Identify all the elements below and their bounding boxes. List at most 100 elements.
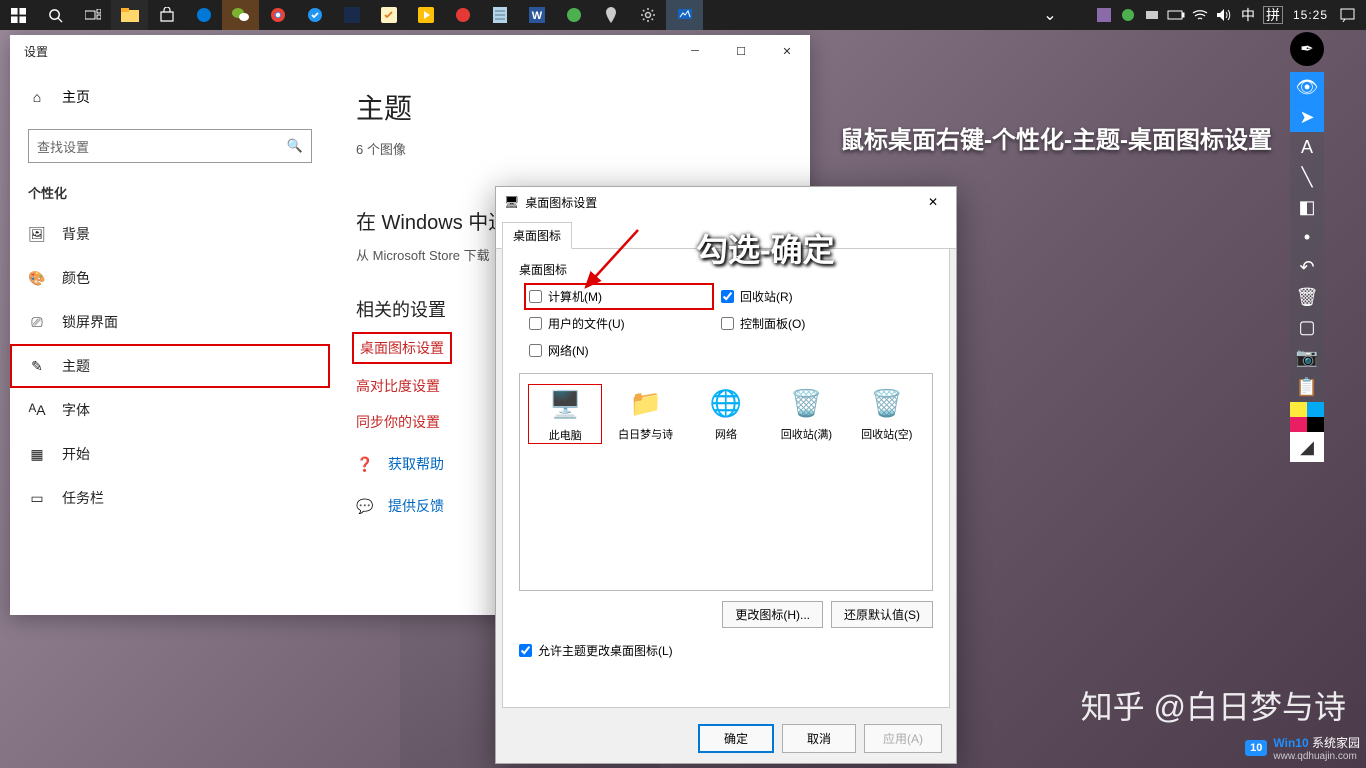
font-icon: AA: [28, 402, 46, 418]
tray-wifi-icon[interactable]: [1191, 6, 1209, 24]
tool-present[interactable]: ▢: [1290, 312, 1324, 342]
nav-taskbar-label: 任务栏: [62, 488, 104, 508]
get-help-label: 获取帮助: [388, 454, 444, 474]
feedback-icon: 💬: [356, 498, 374, 515]
store-icon[interactable]: [148, 0, 185, 30]
screenshot-tool-icon[interactable]: [666, 0, 703, 30]
preview-this-pc-label: 此电脑: [529, 427, 601, 443]
task-view-icon[interactable]: [74, 0, 111, 30]
taskbar: W ⌄ 中 拼 15:25: [0, 0, 1366, 30]
tray-battery-icon[interactable]: [1167, 6, 1185, 24]
edge-icon[interactable]: [185, 0, 222, 30]
settings-sidebar: ⌂ 主页 查找设置 🔍 个性化 🖼背景 🎨颜色 ⎚锁屏界面 ✎主题 AA 字体 ▦…: [10, 67, 330, 615]
tool-cursor[interactable]: ➤: [1290, 102, 1324, 132]
tool-eraser[interactable]: ◧: [1290, 192, 1324, 222]
media-icon[interactable]: [407, 0, 444, 30]
tray-app2-icon[interactable]: [1119, 6, 1137, 24]
nav-taskbar[interactable]: ▭任务栏: [10, 476, 330, 520]
pen-logo-icon: ✒: [1290, 32, 1324, 66]
tray-app1-icon[interactable]: [1095, 6, 1113, 24]
todo-icon[interactable]: [370, 0, 407, 30]
change-icon-button[interactable]: 更改图标(H)...: [722, 601, 823, 628]
checkbox-allow-themes[interactable]: 允许主题更改桌面图标(L): [519, 642, 933, 659]
titlebar: 设置 ─ ☐ ✕: [10, 35, 810, 67]
restore-default-button[interactable]: 还原默认值(S): [831, 601, 933, 628]
palette-icon: 🎨: [28, 270, 46, 287]
tool-undo[interactable]: ↶: [1290, 252, 1324, 282]
taskbar-left: W: [0, 0, 703, 30]
checkbox-recycle[interactable]: 回收站(R): [721, 288, 901, 305]
checkbox-computer-label: 计算机(M): [548, 288, 602, 305]
app-blue-icon[interactable]: [296, 0, 333, 30]
chrome-icon[interactable]: [259, 0, 296, 30]
search-icon[interactable]: [37, 0, 74, 30]
green-app-icon[interactable]: [555, 0, 592, 30]
preview-this-pc[interactable]: 🖥️此电脑: [528, 384, 602, 444]
notification-icon[interactable]: [1338, 6, 1356, 24]
preview-recycle-empty[interactable]: 🗑️回收站(空): [850, 384, 924, 442]
app-dark-icon[interactable]: [333, 0, 370, 30]
nav-themes[interactable]: ✎主题: [10, 344, 330, 388]
preview-recycle-full[interactable]: 🗑️回收站(满): [769, 384, 843, 442]
checkbox-user-files[interactable]: 用户的文件(U): [529, 315, 709, 332]
nav-home[interactable]: ⌂ 主页: [10, 75, 330, 119]
nav-home-label: 主页: [62, 87, 90, 107]
notes-icon[interactable]: [481, 0, 518, 30]
nav-background[interactable]: 🖼背景: [10, 212, 330, 256]
tool-camera[interactable]: 📷: [1290, 342, 1324, 372]
tool-text[interactable]: A: [1290, 132, 1324, 162]
tab-desktop-icons[interactable]: 桌面图标: [502, 222, 572, 249]
tool-clipboard[interactable]: 📋: [1290, 372, 1324, 402]
checkbox-computer[interactable]: 计算机(M): [529, 288, 709, 305]
tool-eye[interactable]: 👁: [1290, 72, 1324, 102]
settings-taskbar-icon[interactable]: [629, 0, 666, 30]
nav-start[interactable]: ▦开始: [10, 432, 330, 476]
lock-icon: ⎚: [28, 314, 46, 331]
close-button[interactable]: ✕: [764, 35, 810, 67]
clock[interactable]: 15:25: [1289, 8, 1332, 22]
checkbox-control-panel[interactable]: 控制面板(O): [721, 315, 901, 332]
ok-button[interactable]: 确定: [698, 724, 774, 753]
site-watermark: 10 Win10 系统家园 www.qdhuajin.com: [1245, 734, 1360, 762]
nav-fonts[interactable]: AA 字体: [10, 388, 330, 432]
tool-resize-handle[interactable]: ◢: [1290, 432, 1324, 462]
maximize-button[interactable]: ☐: [718, 35, 764, 67]
wechat-icon[interactable]: [222, 0, 259, 30]
section-personalization: 个性化: [10, 177, 330, 212]
apply-button[interactable]: 应用(A): [864, 724, 942, 753]
start-button[interactable]: [0, 0, 37, 30]
folder-icon: 📁: [626, 386, 666, 420]
red-app-icon[interactable]: [444, 0, 481, 30]
tray-chevron-icon[interactable]: ⌄: [1041, 6, 1059, 24]
ime-indicator[interactable]: 中: [1239, 6, 1257, 24]
tray-app3-icon[interactable]: [1143, 6, 1161, 24]
color-palette[interactable]: [1290, 402, 1324, 432]
link-desktop-icons[interactable]: 桌面图标设置: [356, 336, 448, 360]
help-icon: ❓: [356, 456, 374, 473]
watermark-text: Win10 系统家园 www.qdhuajin.com: [1273, 734, 1360, 762]
ime-indicator-2[interactable]: 拼: [1263, 6, 1283, 24]
page-title: 主题: [356, 87, 784, 127]
file-explorer-icon[interactable]: [111, 0, 148, 30]
minimize-button[interactable]: ─: [672, 35, 718, 67]
cancel-button[interactable]: 取消: [782, 724, 856, 753]
tool-delete[interactable]: 🗑: [1290, 282, 1324, 312]
preview-network[interactable]: 🌐网络: [689, 384, 763, 442]
dialog-close-button[interactable]: ✕: [910, 187, 956, 217]
tool-line[interactable]: ╲: [1290, 162, 1324, 192]
word-icon[interactable]: W: [518, 0, 555, 30]
tool-dot[interactable]: •: [1290, 222, 1324, 252]
preview-network-label: 网络: [689, 426, 763, 442]
search-input[interactable]: 查找设置 🔍: [28, 129, 312, 163]
preview-user[interactable]: 📁白日梦与诗: [608, 384, 682, 442]
nav-colors[interactable]: 🎨颜色: [10, 256, 330, 300]
preview-recycle-empty-label: 回收站(空): [850, 426, 924, 442]
system-tray: ⌄ 中 拼 15:25: [1041, 0, 1366, 30]
nav-fonts-label: 字体: [62, 400, 90, 420]
tray-volume-icon[interactable]: [1215, 6, 1233, 24]
nav-lockscreen[interactable]: ⎚锁屏界面: [10, 300, 330, 344]
location-icon[interactable]: [592, 0, 629, 30]
annotation-action: 勾选-确定: [696, 225, 835, 271]
checkbox-network[interactable]: 网络(N): [529, 342, 709, 359]
dialog-app-icon: 🖥: [504, 195, 519, 209]
